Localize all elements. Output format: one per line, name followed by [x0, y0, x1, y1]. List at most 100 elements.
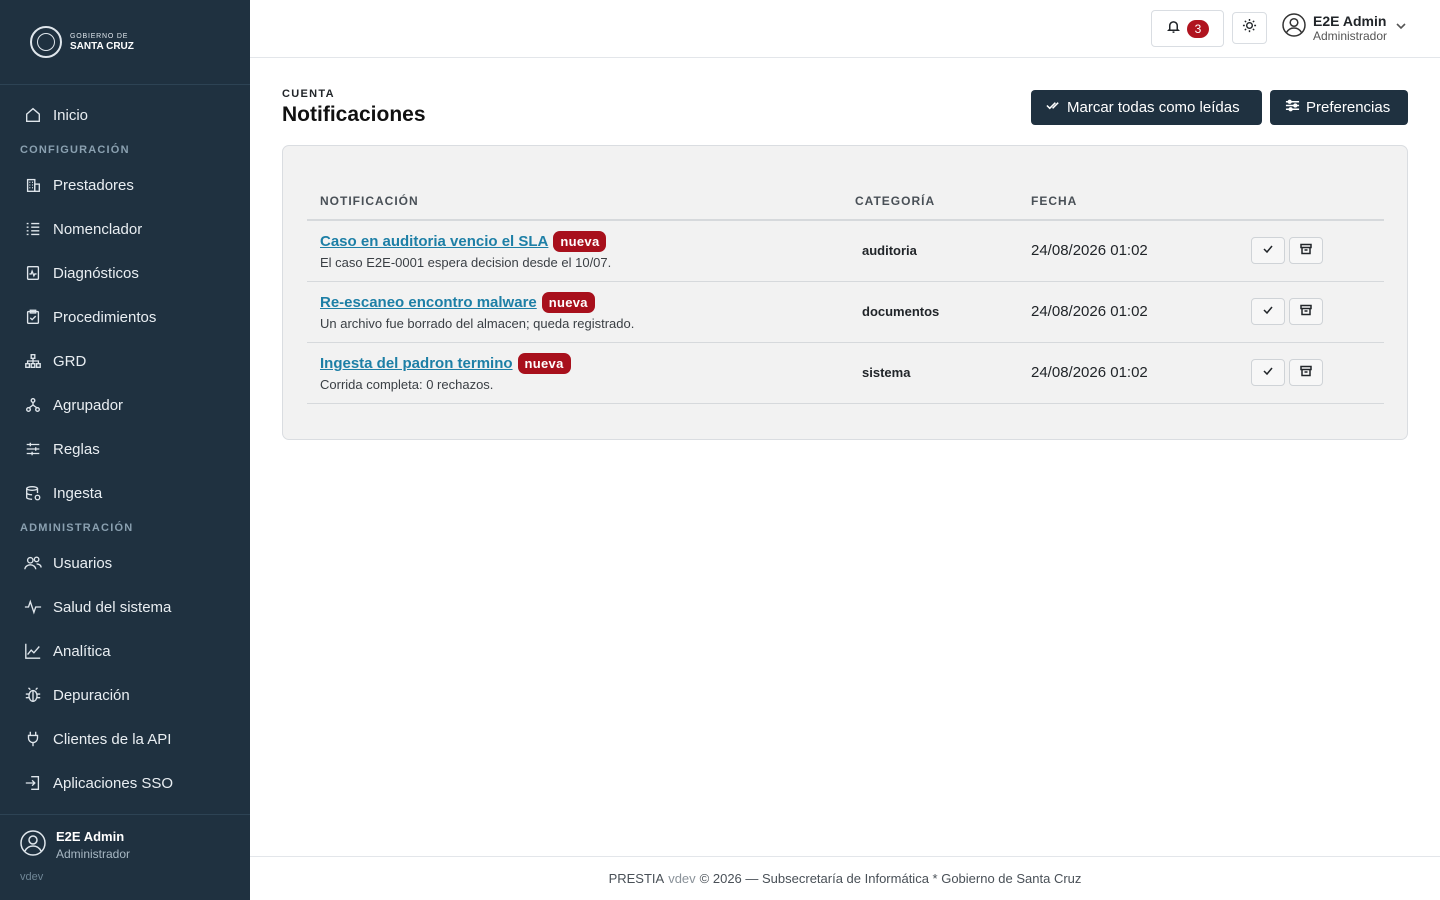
sign-in-icon: [23, 773, 43, 793]
notification-title-link[interactable]: Ingesta del padron termino: [320, 355, 513, 372]
check-icon: [1262, 303, 1274, 321]
notifications-card: NOTIFICACIÓN CATEGORÍA FECHA Caso en aud…: [282, 145, 1408, 440]
preferences-button[interactable]: Preferencias: [1270, 90, 1408, 125]
archive-icon: [1300, 242, 1312, 260]
new-badge: nueva: [541, 292, 595, 313]
brand-logo[interactable]: GOBIERNO DE SANTA CRUZ: [0, 0, 250, 85]
archive-button[interactable]: [1289, 237, 1323, 264]
sidebar-item-usuarios[interactable]: Usuarios: [0, 541, 250, 585]
notifications-button[interactable]: 3: [1151, 10, 1224, 47]
mark-all-read-button[interactable]: Marcar todas como leídas: [1031, 90, 1262, 125]
mark-read-button[interactable]: [1251, 298, 1285, 325]
header-notification: NOTIFICACIÓN: [320, 194, 419, 208]
sidebar-user[interactable]: E2E Admin Administrador vdev: [0, 814, 250, 900]
table-row: Re-escaneo encontro malware nueva Un arc…: [307, 282, 1384, 343]
sidebar-item-procedimientos[interactable]: Procedimientos: [0, 295, 250, 339]
notification-title-link[interactable]: Re-escaneo encontro malware: [320, 294, 537, 311]
notification-count-badge: 3: [1187, 19, 1209, 38]
sidebar-user-name: E2E Admin: [56, 829, 125, 844]
home-icon: [23, 105, 43, 125]
sidebar-item-label: Aplicaciones SSO: [53, 774, 174, 792]
users-icon: [23, 553, 43, 573]
sidebar-nav: Inicio CONFIGURACIÓN Prestadores Nomencl…: [0, 85, 250, 805]
notification-date: 24/08/2026 01:02: [1031, 364, 1148, 381]
footer-version: vdev: [668, 871, 696, 886]
sidebar-item-label: Nomenclador: [53, 220, 143, 238]
page-eyebrow: CUENTA: [282, 88, 335, 100]
notification-category: documentos: [862, 304, 940, 319]
sidebar-item-salud[interactable]: Salud del sistema: [0, 585, 250, 629]
notification-category: auditoria: [862, 243, 917, 258]
sidebar-item-ingesta[interactable]: Ingesta: [0, 471, 250, 515]
table-header: NOTIFICACIÓN CATEGORÍA FECHA: [307, 181, 1384, 221]
list-icon: [23, 219, 43, 239]
topbar: 3 E2E Admin Administrador: [250, 0, 1440, 58]
sidebar-item-grd[interactable]: GRD: [0, 339, 250, 383]
sidebar-item-label: GRD: [53, 352, 87, 370]
database-icon: [23, 483, 43, 503]
notification-description: Corrida completa: 0 rechazos.: [320, 377, 494, 392]
bug-icon: [23, 685, 43, 705]
archive-button[interactable]: [1289, 359, 1323, 386]
sidebar-item-analitica[interactable]: Analítica: [0, 629, 250, 673]
theme-toggle-button[interactable]: [1232, 12, 1267, 44]
section-title-config: CONFIGURACIÓN: [20, 144, 130, 156]
building-icon: [23, 175, 43, 195]
notification-category: sistema: [862, 365, 911, 380]
notification-description: Un archivo fue borrado del almacen; qued…: [320, 316, 635, 331]
user-name: E2E Admin: [1313, 12, 1387, 29]
sidebar-item-depuracion[interactable]: Depuración: [0, 673, 250, 717]
clipboard-icon: [23, 307, 43, 327]
header-category: CATEGORÍA: [855, 194, 936, 208]
app-version: vdev: [20, 871, 44, 883]
sidebar-item-label: Depuración: [53, 686, 130, 704]
sidebar-user-role: Administrador: [56, 847, 131, 861]
section-title-admin: ADMINISTRACIÓN: [20, 522, 134, 534]
footer-copyright: © 2026 — Subsecretaría de Informática * …: [699, 871, 1082, 886]
plug-icon: [23, 729, 43, 749]
check-icon: [1262, 364, 1274, 382]
sidebar-item-diagnosticos[interactable]: Diagnósticos: [0, 251, 250, 295]
line-chart-icon: [23, 641, 43, 661]
sun-icon: [1242, 18, 1257, 38]
brand-line2: SANTA CRUZ: [70, 40, 134, 52]
sidebar-item-prestadores[interactable]: Prestadores: [0, 163, 250, 207]
avatar-icon: [1282, 13, 1306, 42]
sidebar-item-reglas[interactable]: Reglas: [0, 427, 250, 471]
chevron-down-icon: [1387, 19, 1407, 37]
new-badge: nueva: [517, 353, 571, 374]
notification-description: El caso E2E-0001 espera decision desde e…: [320, 255, 612, 270]
archive-icon: [1300, 303, 1312, 321]
notification-date: 24/08/2026 01:02: [1031, 242, 1148, 259]
avatar-icon: [20, 829, 46, 861]
double-check-icon: [1046, 98, 1061, 117]
preferences-label: Preferencias: [1306, 99, 1391, 116]
sidebar-item-label: Salud del sistema: [53, 598, 172, 616]
mark-read-button[interactable]: [1251, 237, 1285, 264]
check-icon: [1262, 242, 1274, 260]
sidebar-item-label: Usuarios: [53, 554, 113, 572]
sidebar-item-label: Prestadores: [53, 176, 134, 194]
user-menu[interactable]: E2E Admin Administrador: [1282, 13, 1407, 42]
notification-title-link[interactable]: Caso en auditoria vencio el SLA: [320, 233, 548, 250]
sidebar-item-sso[interactable]: Aplicaciones SSO: [0, 761, 250, 805]
sidebar-item-nomenclador[interactable]: Nomenclador: [0, 207, 250, 251]
table-row: Caso en auditoria vencio el SLA nueva El…: [307, 221, 1384, 282]
sliders-icon: [23, 439, 43, 459]
sidebar: GOBIERNO DE SANTA CRUZ Inicio CONFIGURAC…: [0, 0, 250, 900]
archive-button[interactable]: [1289, 298, 1323, 325]
sidebar-item-inicio[interactable]: Inicio: [0, 93, 250, 137]
sidebar-item-agrupador[interactable]: Agrupador: [0, 383, 250, 427]
sidebar-item-label: Clientes de la API: [53, 730, 172, 748]
mark-read-button[interactable]: [1251, 359, 1285, 386]
sidebar-item-api-clients[interactable]: Clientes de la API: [0, 717, 250, 761]
sidebar-item-label: Diagnósticos: [53, 264, 139, 282]
bell-icon: [1166, 19, 1181, 39]
pulse-icon: [23, 597, 43, 617]
mark-all-read-label: Marcar todas como leídas: [1067, 99, 1240, 116]
new-badge: nueva: [553, 231, 607, 252]
sidebar-item-label: Ingesta: [53, 484, 103, 502]
chart-file-icon: [23, 263, 43, 283]
seal-icon: [30, 26, 62, 58]
user-role: Administrador: [1313, 28, 1388, 43]
